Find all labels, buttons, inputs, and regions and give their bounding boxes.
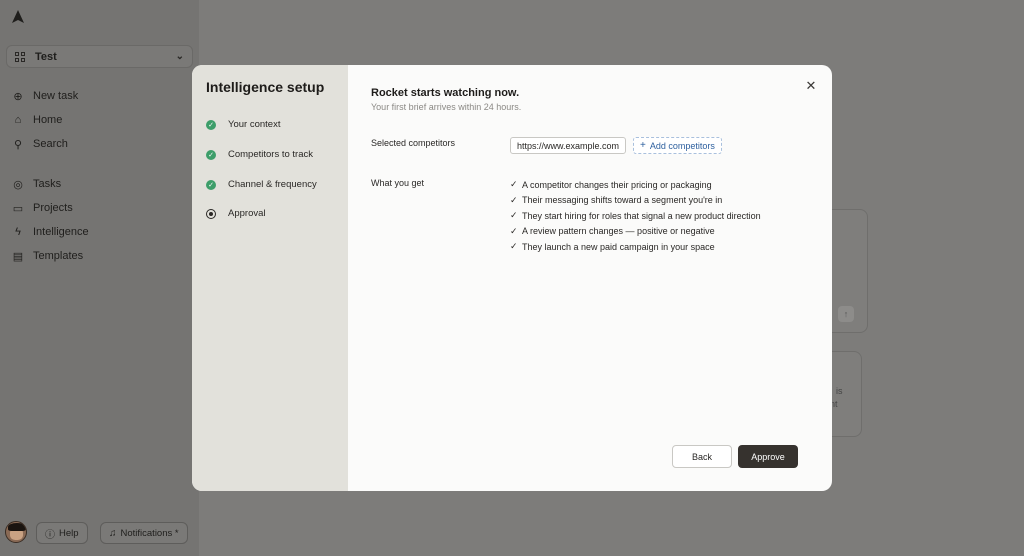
benefit-text: A competitor changes their pricing or pa… xyxy=(522,179,712,190)
target-icon: ◎ xyxy=(13,178,23,191)
competitors-label: Selected competitors xyxy=(371,138,456,148)
notifications-button[interactable]: ♫ Notifications * xyxy=(100,522,188,544)
benefit-text: They launch a new paid campaign in your … xyxy=(522,241,715,252)
step-competitors-to-track[interactable]: ✓ Competitors to track xyxy=(206,149,313,160)
radio-current-icon xyxy=(206,208,216,219)
sidebar: Test ⌄ ⊕ New task ⌂ Home ⚲ Search ◎ Task… xyxy=(0,0,199,556)
add-competitors-label: Add competitors xyxy=(649,140,715,151)
help-label: Help xyxy=(59,527,79,539)
check-icon: ✓ xyxy=(510,179,518,190)
folder-icon: ▭ xyxy=(12,202,24,215)
steps-panel: Intelligence setup ✓ Your context ✓ Comp… xyxy=(192,65,348,491)
workspace-grid-icon xyxy=(15,51,25,62)
check-icon: ✓ xyxy=(510,194,518,205)
nav-label: New task xyxy=(33,90,79,102)
avatar[interactable] xyxy=(5,521,27,543)
help-button[interactable]: ⓘ Help xyxy=(36,522,88,544)
list-item: ✓ A review pattern changes — positive or … xyxy=(510,224,761,240)
template-icon: ▤ xyxy=(12,250,24,263)
steps-title: Intelligence setup xyxy=(206,79,325,95)
step-approval[interactable]: Approval xyxy=(206,208,266,219)
nav-templates[interactable]: ▤ Templates xyxy=(0,246,199,266)
arrow-up-icon: ↑ xyxy=(838,306,854,322)
list-item: ✓ They start hiring for roles that signal… xyxy=(510,208,761,224)
bell-icon: ♫ xyxy=(109,527,117,539)
notifications-label: Notifications * xyxy=(120,527,179,539)
nav-label: Tasks xyxy=(33,178,62,190)
nav-label: Search xyxy=(33,138,68,150)
competitor-url-chip[interactable]: https://www.example.com xyxy=(510,137,627,154)
list-item: ✓ They launch a new paid campaign in your… xyxy=(510,239,761,255)
step-label: Approval xyxy=(228,208,266,219)
step-channel-frequency[interactable]: ✓ Channel & frequency xyxy=(206,179,317,190)
workspace-name: Test xyxy=(35,50,57,63)
search-icon: ⚲ xyxy=(13,138,23,151)
nav-new-task[interactable]: ⊕ New task xyxy=(0,86,199,106)
workspace-select[interactable]: Test ⌄ xyxy=(6,45,193,68)
chevron-down-icon: ⌄ xyxy=(175,51,184,62)
check-circle-icon: ✓ xyxy=(206,149,216,160)
background-text: is xyxy=(836,386,843,396)
check-icon: ✓ xyxy=(510,241,518,252)
modal-title: Rocket starts watching now. xyxy=(371,87,520,99)
nav-home[interactable]: ⌂ Home xyxy=(0,110,199,130)
nav-label: Projects xyxy=(33,202,73,214)
home-icon: ⌂ xyxy=(14,114,22,126)
close-icon[interactable]: ✕ xyxy=(804,79,818,93)
step-your-context[interactable]: ✓ Your context xyxy=(206,119,280,130)
approve-button[interactable]: Approve xyxy=(738,445,798,468)
modal-content: ✕ Rocket starts watching now. Your first… xyxy=(348,65,832,491)
add-competitors-button[interactable]: + Add competitors xyxy=(633,137,722,154)
rocket-logo-icon[interactable] xyxy=(11,10,25,24)
back-button[interactable]: Back xyxy=(672,445,732,468)
list-item: ✓ A competitor changes their pricing or p… xyxy=(510,177,761,193)
check-icon: ✓ xyxy=(510,210,518,221)
intelligence-setup-modal: Intelligence setup ✓ Your context ✓ Comp… xyxy=(192,65,832,491)
check-circle-icon: ✓ xyxy=(206,119,216,130)
plus-circle-icon: ⊕ xyxy=(13,90,23,103)
nav-projects[interactable]: ▭ Projects xyxy=(0,198,199,218)
step-label: Competitors to track xyxy=(228,149,313,160)
benefit-text: Their messaging shifts toward a segment … xyxy=(522,195,723,206)
step-label: Your context xyxy=(228,119,281,130)
benefit-text: They start hiring for roles that signal … xyxy=(522,210,761,221)
benefits-list: ✓ A competitor changes their pricing or p… xyxy=(510,177,761,255)
nav-label: Templates xyxy=(33,250,84,262)
nav-tasks[interactable]: ◎ Tasks xyxy=(0,174,199,194)
modal-subtitle: Your first brief arrives within 24 hours… xyxy=(371,102,522,112)
step-label: Channel & frequency xyxy=(228,179,317,190)
check-icon: ✓ xyxy=(510,225,518,236)
bolt-icon: ϟ xyxy=(15,226,21,238)
benefits-label: What you get xyxy=(371,178,425,188)
nav-search[interactable]: ⚲ Search xyxy=(0,134,199,154)
check-circle-icon: ✓ xyxy=(206,179,216,190)
nav-intelligence[interactable]: ϟ Intelligence xyxy=(0,222,199,242)
benefit-text: A review pattern changes — positive or n… xyxy=(522,226,715,237)
plus-icon: + xyxy=(640,140,646,151)
nav-label: Home xyxy=(33,114,63,126)
nav-label: Intelligence xyxy=(33,226,89,238)
help-circle-icon: ⓘ xyxy=(45,529,55,541)
list-item: ✓ Their messaging shifts toward a segment… xyxy=(510,193,761,209)
